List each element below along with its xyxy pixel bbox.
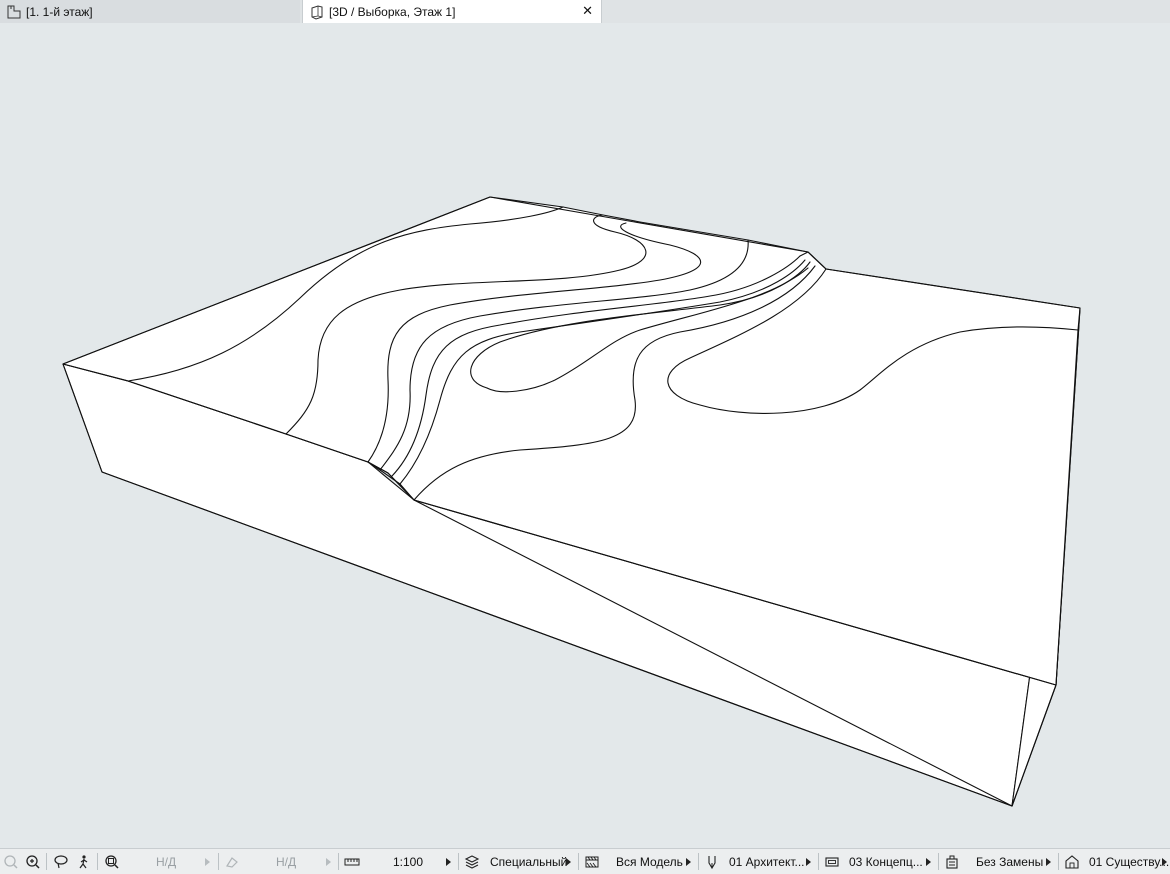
scale-dropdown[interactable]: 1:100 (393, 849, 423, 874)
lasso-button[interactable] (52, 849, 70, 874)
zoom-value: Н/Д (156, 854, 177, 869)
rotation-value-field: Н/Д (276, 849, 296, 874)
model-view-value: Вся Модель (616, 854, 683, 869)
pen-icon-wrap (703, 849, 721, 874)
zoom-in-icon (24, 853, 42, 871)
tab-3d-window-label: [3D / Выборка, Этаж 1] (329, 4, 456, 19)
close-tab-icon[interactable]: ✕ (582, 3, 593, 19)
tab-floor-plan-label: [1. 1-й этаж] (26, 4, 93, 19)
layers-icon (463, 853, 481, 871)
zoom-value-field: Н/Д (156, 849, 176, 874)
undo-zoom-icon (2, 853, 20, 871)
walk-button[interactable] (75, 849, 93, 874)
zoom-button[interactable] (24, 849, 42, 874)
ruler-icon (343, 853, 361, 871)
status-bar: Н/Д Н/Д 1:100 Специальный Вся Модель 01 … (0, 848, 1170, 874)
layer-combination-dropdown[interactable]: Специальный (490, 849, 567, 874)
pen-icon (703, 853, 721, 871)
model-view-options-value: 03 Концепц... (849, 854, 923, 869)
fit-in-window-icon (103, 853, 121, 871)
chevron-right-icon (566, 857, 571, 866)
graphic-override-icon (943, 853, 961, 871)
separator (458, 853, 459, 870)
lasso-icon (52, 853, 70, 871)
separator (46, 853, 47, 870)
tab-bar: [1. 1-й этаж] [3D / Выборка, Этаж 1] ✕ (0, 0, 1170, 24)
terrain-mesh-model (62, 196, 1081, 807)
graphic-override-value: Без Замены (976, 854, 1044, 869)
orbit-button[interactable] (223, 849, 241, 874)
tab-3d-window[interactable]: [3D / Выборка, Этаж 1] ✕ (302, 0, 602, 23)
separator (218, 853, 219, 870)
floor-plan-icon (4, 3, 24, 21)
model-view-options-arrow[interactable] (926, 849, 931, 874)
graphic-override-dropdown[interactable]: Без Замены (976, 849, 1043, 874)
tab-floor-plan[interactable]: [1. 1-й этаж] (0, 0, 300, 23)
renovation-filter-value: 01 Существу... (1089, 854, 1170, 869)
graphic-override-arrow[interactable] (1046, 849, 1051, 874)
separator (698, 853, 699, 870)
separator (578, 853, 579, 870)
renovation-filter-dropdown[interactable]: 01 Существу... (1089, 849, 1169, 874)
layers-icon-wrap (463, 849, 481, 874)
chevron-right-icon (326, 857, 331, 866)
3d-window-icon (307, 3, 327, 21)
separator (338, 853, 339, 870)
chevron-right-icon (1162, 857, 1167, 866)
pen-set-dropdown[interactable]: 01 Архитект... (729, 849, 805, 874)
3d-viewport[interactable] (0, 23, 1170, 848)
model-view-arrow[interactable] (686, 849, 691, 874)
chevron-right-icon (926, 857, 931, 866)
scale-icon-wrap (343, 849, 361, 874)
pen-set-arrow[interactable] (806, 849, 811, 874)
separator (97, 853, 98, 870)
scale-dropdown-arrow[interactable] (446, 849, 451, 874)
chevron-right-icon (1046, 857, 1051, 866)
graphic-override-icon-wrap (943, 849, 961, 874)
scale-value: 1:100 (393, 854, 424, 869)
fit-in-window-button[interactable] (103, 849, 121, 874)
rotation-value: Н/Д (276, 854, 297, 869)
model-view-options-icon-wrap (823, 849, 841, 874)
chevron-right-icon (446, 857, 451, 866)
model-view-options-icon (823, 853, 841, 871)
separator (938, 853, 939, 870)
separator (818, 853, 819, 870)
chevron-right-icon (806, 857, 811, 866)
layer-combination-arrow[interactable] (566, 849, 571, 874)
pen-set-value: 01 Архитект... (729, 854, 805, 869)
chevron-right-icon (205, 857, 210, 866)
zoom-dropdown[interactable] (205, 849, 210, 874)
walk-icon (75, 853, 93, 871)
model-view-icon (583, 853, 601, 871)
layer-combination-value: Специальный (490, 854, 568, 869)
renovation-icon-wrap (1063, 849, 1081, 874)
separator (1058, 853, 1059, 870)
renovation-filter-arrow[interactable] (1162, 849, 1167, 874)
model-view-options-dropdown[interactable]: 03 Концепц... (849, 849, 923, 874)
undo-zoom-button[interactable] (2, 849, 20, 874)
model-view-icon-wrap (583, 849, 601, 874)
orbit-icon (223, 853, 241, 871)
renovation-icon (1063, 853, 1081, 871)
rotation-dropdown[interactable] (326, 849, 331, 874)
model-view-dropdown[interactable]: Вся Модель (616, 849, 683, 874)
chevron-right-icon (686, 857, 691, 866)
